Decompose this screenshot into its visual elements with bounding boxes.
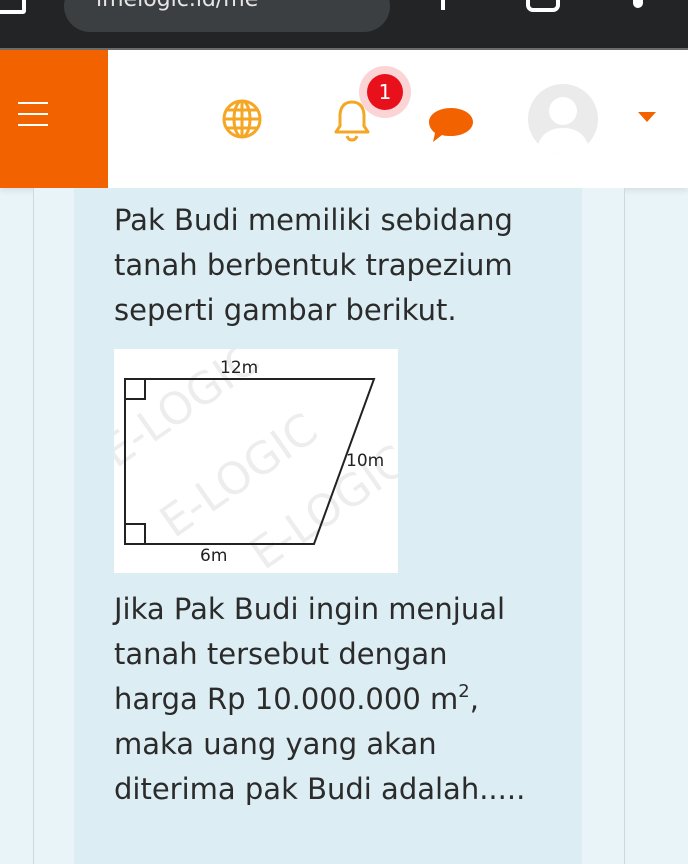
trapezium-figure: E-LOGIC E-LOGIC E-LOGIC 12m 10m 6m (93, 334, 417, 580)
tabs-switcher-icon[interactable] (526, 0, 560, 12)
user-avatar[interactable] (528, 84, 598, 154)
trapezium-diagram: E-LOGIC E-LOGIC E-LOGIC 12m 10m 6m (93, 334, 417, 580)
menu-bar-bottom (18, 124, 48, 126)
notification-badge[interactable]: 1 (367, 74, 403, 110)
price-text: harga Rp 10.000.000 m (114, 682, 459, 716)
menu-bar-middle (18, 113, 48, 115)
hamburger-menu-button[interactable] (0, 50, 108, 188)
bell-icon[interactable] (333, 98, 371, 142)
chevron-down-icon[interactable] (637, 111, 657, 123)
url-bar[interactable]: imelogic.id/me (64, 0, 390, 32)
tab-icon[interactable] (0, 0, 26, 14)
question-price-line: harga Rp 10.000.000 m2, (114, 677, 544, 722)
right-angle-marker-bottom (124, 523, 146, 545)
price-exponent: 2 (458, 681, 470, 702)
question-line-4: maka uang yang akan (114, 727, 437, 761)
more-options-icon[interactable] (633, 0, 643, 8)
globe-icon[interactable] (221, 98, 263, 140)
top-side-label: 12m (220, 358, 258, 378)
add-tab-icon[interactable] (441, 0, 445, 10)
question-line-1: Jika Pak Budi ingin menjual (114, 592, 506, 626)
menu-bar-top (18, 102, 48, 104)
slant-side-label: 10m (346, 451, 384, 471)
question-line-5: diterima pak Budi adalah..... (114, 772, 526, 806)
user-placeholder-icon (536, 97, 590, 154)
right-angle-marker-top (124, 378, 146, 400)
url-text: imelogic.id/me (96, 0, 258, 12)
price-comma: , (469, 682, 479, 716)
browser-status-bar: imelogic.id/me (0, 0, 688, 48)
bottom-side-label: 6m (200, 546, 227, 566)
chat-icon[interactable] (427, 106, 475, 146)
question-intro-text: Pak Budi memiliki sebidang tanah berbent… (114, 203, 513, 327)
question-line-2: tanah tersebut dengan (114, 637, 448, 671)
